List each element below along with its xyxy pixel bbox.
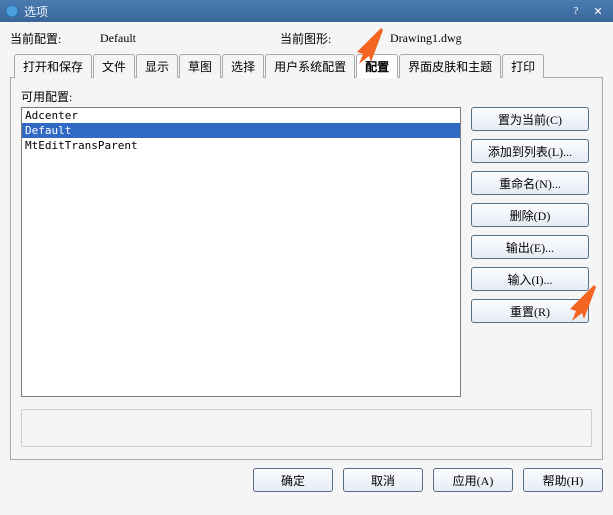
current-drawing-value: Drawing1.dwg <box>390 31 570 46</box>
current-profile-value: Default <box>100 31 280 46</box>
profiles-listbox[interactable]: AdcenterDefaultMtEditTransParent <box>21 107 461 397</box>
add-to-list-button[interactable]: 添加到列表(L)... <box>471 139 589 163</box>
rename-button[interactable]: 重命名(N)... <box>471 171 589 195</box>
reset-button[interactable]: 重置(R) <box>471 299 589 323</box>
help-button[interactable]: ? <box>565 2 587 20</box>
list-item[interactable]: Adcenter <box>22 108 460 123</box>
list-item[interactable]: Default <box>22 123 460 138</box>
export-button[interactable]: 输出(E)... <box>471 235 589 259</box>
button-column: 置为当前(C) 添加到列表(L)... 重命名(N)... 删除(D) 输出(E… <box>471 107 589 397</box>
tab-sketch[interactable]: 草图 <box>179 54 221 78</box>
list-item[interactable]: MtEditTransParent <box>22 138 460 153</box>
tab-select[interactable]: 选择 <box>222 54 264 78</box>
delete-button[interactable]: 删除(D) <box>471 203 589 227</box>
description-box <box>21 409 592 447</box>
titlebar: 选项 ? ✕ <box>0 0 613 22</box>
tab-print[interactable]: 打印 <box>502 54 544 78</box>
tab-display[interactable]: 显示 <box>136 54 178 78</box>
tab-open-save[interactable]: 打开和保存 <box>14 54 92 78</box>
import-button[interactable]: 输入(I)... <box>471 267 589 291</box>
cancel-button[interactable]: 取消 <box>343 468 423 492</box>
current-profile-label: 当前配置: <box>10 30 100 47</box>
set-current-button[interactable]: 置为当前(C) <box>471 107 589 131</box>
tab-config[interactable]: 配置 <box>356 54 398 78</box>
tab-strip: 打开和保存 文件 显示 草图 选择 用户系统配置 配置 界面皮肤和主题 打印 <box>10 53 603 78</box>
close-button[interactable]: ✕ <box>587 2 609 20</box>
tab-skin-theme[interactable]: 界面皮肤和主题 <box>399 54 501 78</box>
apply-button[interactable]: 应用(A) <box>433 468 513 492</box>
help-button-footer[interactable]: 帮助(H) <box>523 468 603 492</box>
available-profiles-label: 可用配置: <box>21 88 592 105</box>
app-icon <box>4 3 20 19</box>
ok-button[interactable]: 确定 <box>253 468 333 492</box>
tab-user-sys[interactable]: 用户系统配置 <box>265 54 355 78</box>
tab-file[interactable]: 文件 <box>93 54 135 78</box>
current-drawing-label: 当前图形: <box>280 30 390 47</box>
dialog-buttons: 确定 取消 应用(A) 帮助(H) <box>10 468 603 492</box>
window-title: 选项 <box>24 3 565 20</box>
tab-content: 可用配置: AdcenterDefaultMtEditTransParent 置… <box>10 78 603 460</box>
header-row: 当前配置: Default 当前图形: Drawing1.dwg <box>10 30 603 47</box>
window-body: 当前配置: Default 当前图形: Drawing1.dwg 打开和保存 文… <box>0 22 613 515</box>
